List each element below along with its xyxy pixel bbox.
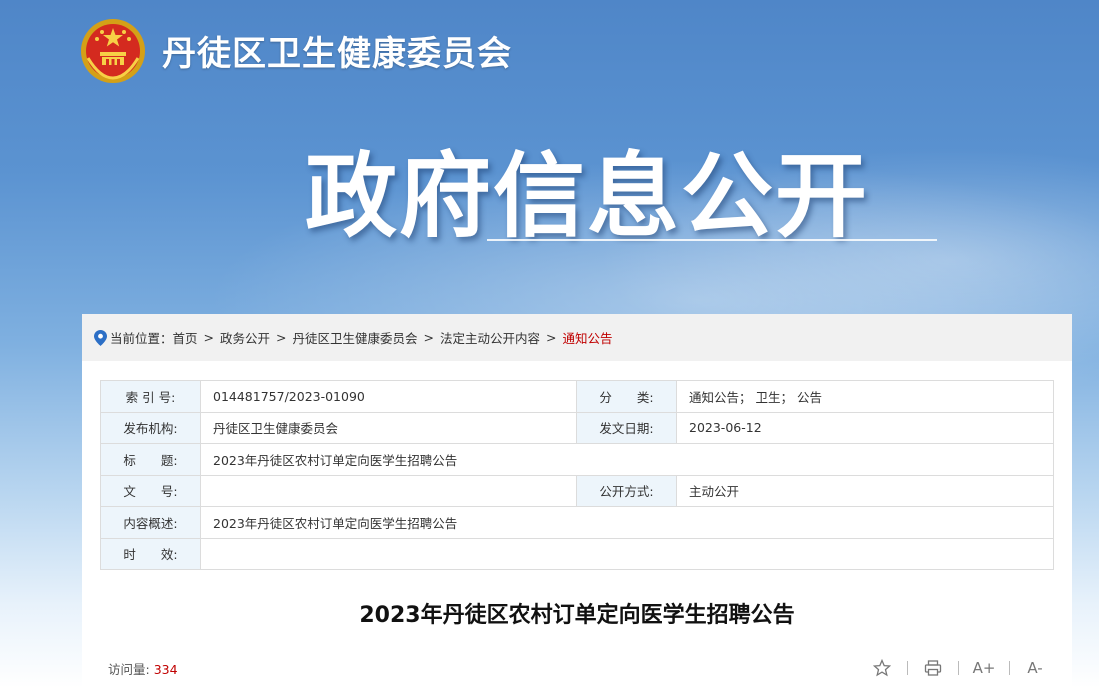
location-pin-icon (94, 329, 107, 346)
breadcrumb-current[interactable]: 通知公告 (563, 328, 613, 347)
visits-label: 访问量: (108, 661, 150, 677)
docno-value (200, 474, 577, 507)
table-row: 发布机构: 丹徒区卫生健康委员会 发文日期: 2023-06-12 (100, 411, 1054, 444)
breadcrumb-home[interactable]: 首页 (173, 328, 198, 347)
metadata-table: 索 引 号: 014481757/2023-01090 分 类: 通知公告； 卫… (100, 380, 1054, 570)
visits-value: 334 (153, 661, 178, 677)
docno-label: 文 号: (100, 474, 201, 507)
summary-value: 2023年丹徒区农村订单定向医学生招聘公告 (200, 506, 1054, 539)
mode-label: 公开方式: (576, 474, 677, 507)
breadcrumb-separator: > (546, 330, 557, 345)
national-emblem-icon (81, 19, 145, 83)
category-label: 分 类: (576, 380, 677, 413)
visit-counter: 访问量: 334 (108, 659, 178, 678)
breadcrumb-separator: > (423, 330, 435, 345)
mode-value: 主动公开 (676, 474, 1054, 507)
breadcrumb-statutory-content[interactable]: 法定主动公开内容 (440, 328, 540, 347)
category-value: 通知公告； 卫生； 公告 (676, 380, 1054, 413)
table-row: 内容概述: 2023年丹徒区农村订单定向医学生招聘公告 (100, 506, 1054, 539)
index-value: 014481757/2023-01090 (200, 380, 577, 413)
tool-divider (958, 661, 959, 675)
font-increase-button[interactable]: A+ (973, 658, 996, 678)
breadcrumb-gov-affairs[interactable]: 政务公开 (220, 328, 270, 347)
validity-value (200, 537, 1054, 570)
tool-divider (907, 661, 908, 675)
print-icon (924, 660, 942, 676)
breadcrumb-commission[interactable]: 丹徒区卫生健康委员会 (293, 328, 418, 347)
article-title: 2023年丹徒区农村订单定向医学生招聘公告 (359, 603, 795, 628)
breadcrumb-separator: > (276, 330, 287, 345)
table-row: 文 号: 公开方式: 主动公开 (100, 474, 1054, 507)
breadcrumb-separator: > (203, 330, 215, 345)
article-tools: A+ A- (871, 658, 1046, 678)
star-icon (873, 659, 891, 677)
tool-divider (1009, 661, 1010, 675)
title-value: 2023年丹徒区农村订单定向医学生招聘公告 (200, 443, 1054, 476)
summary-label: 内容概述: (100, 506, 201, 539)
publisher-value: 丹徒区卫生健康委员会 (200, 411, 577, 444)
favorite-button[interactable] (871, 658, 893, 678)
hero-underline (487, 239, 937, 241)
table-row: 标 题: 2023年丹徒区农村订单定向医学生招聘公告 (100, 443, 1054, 476)
validity-label: 时 效: (100, 537, 201, 570)
article-toolbar: 访问量: 334 A+ A- (82, 654, 1072, 682)
hero-title: 政府信息公开 (305, 143, 870, 250)
date-value: 2023-06-12 (676, 411, 1054, 444)
content-panel: 当前位置： 首页 > 政务公开 > 丹徒区卫生健康委员会 > 法定主动公开内容 … (82, 314, 1072, 688)
publisher-label: 发布机构: (100, 411, 201, 444)
print-button[interactable] (922, 658, 944, 678)
table-row: 时 效: (100, 537, 1054, 570)
table-row: 索 引 号: 014481757/2023-01090 分 类: 通知公告； 卫… (100, 380, 1054, 413)
breadcrumb-prefix: 当前位置： (110, 331, 173, 346)
site-title[interactable]: 丹徒区卫生健康委员会 (162, 26, 512, 75)
index-label: 索 引 号: (100, 380, 201, 413)
breadcrumb: 当前位置： 首页 > 政务公开 > 丹徒区卫生健康委员会 > 法定主动公开内容 … (82, 314, 1072, 361)
font-decrease-button[interactable]: A- (1024, 658, 1046, 678)
date-label: 发文日期: (576, 411, 677, 444)
title-label: 标 题: (100, 443, 201, 476)
